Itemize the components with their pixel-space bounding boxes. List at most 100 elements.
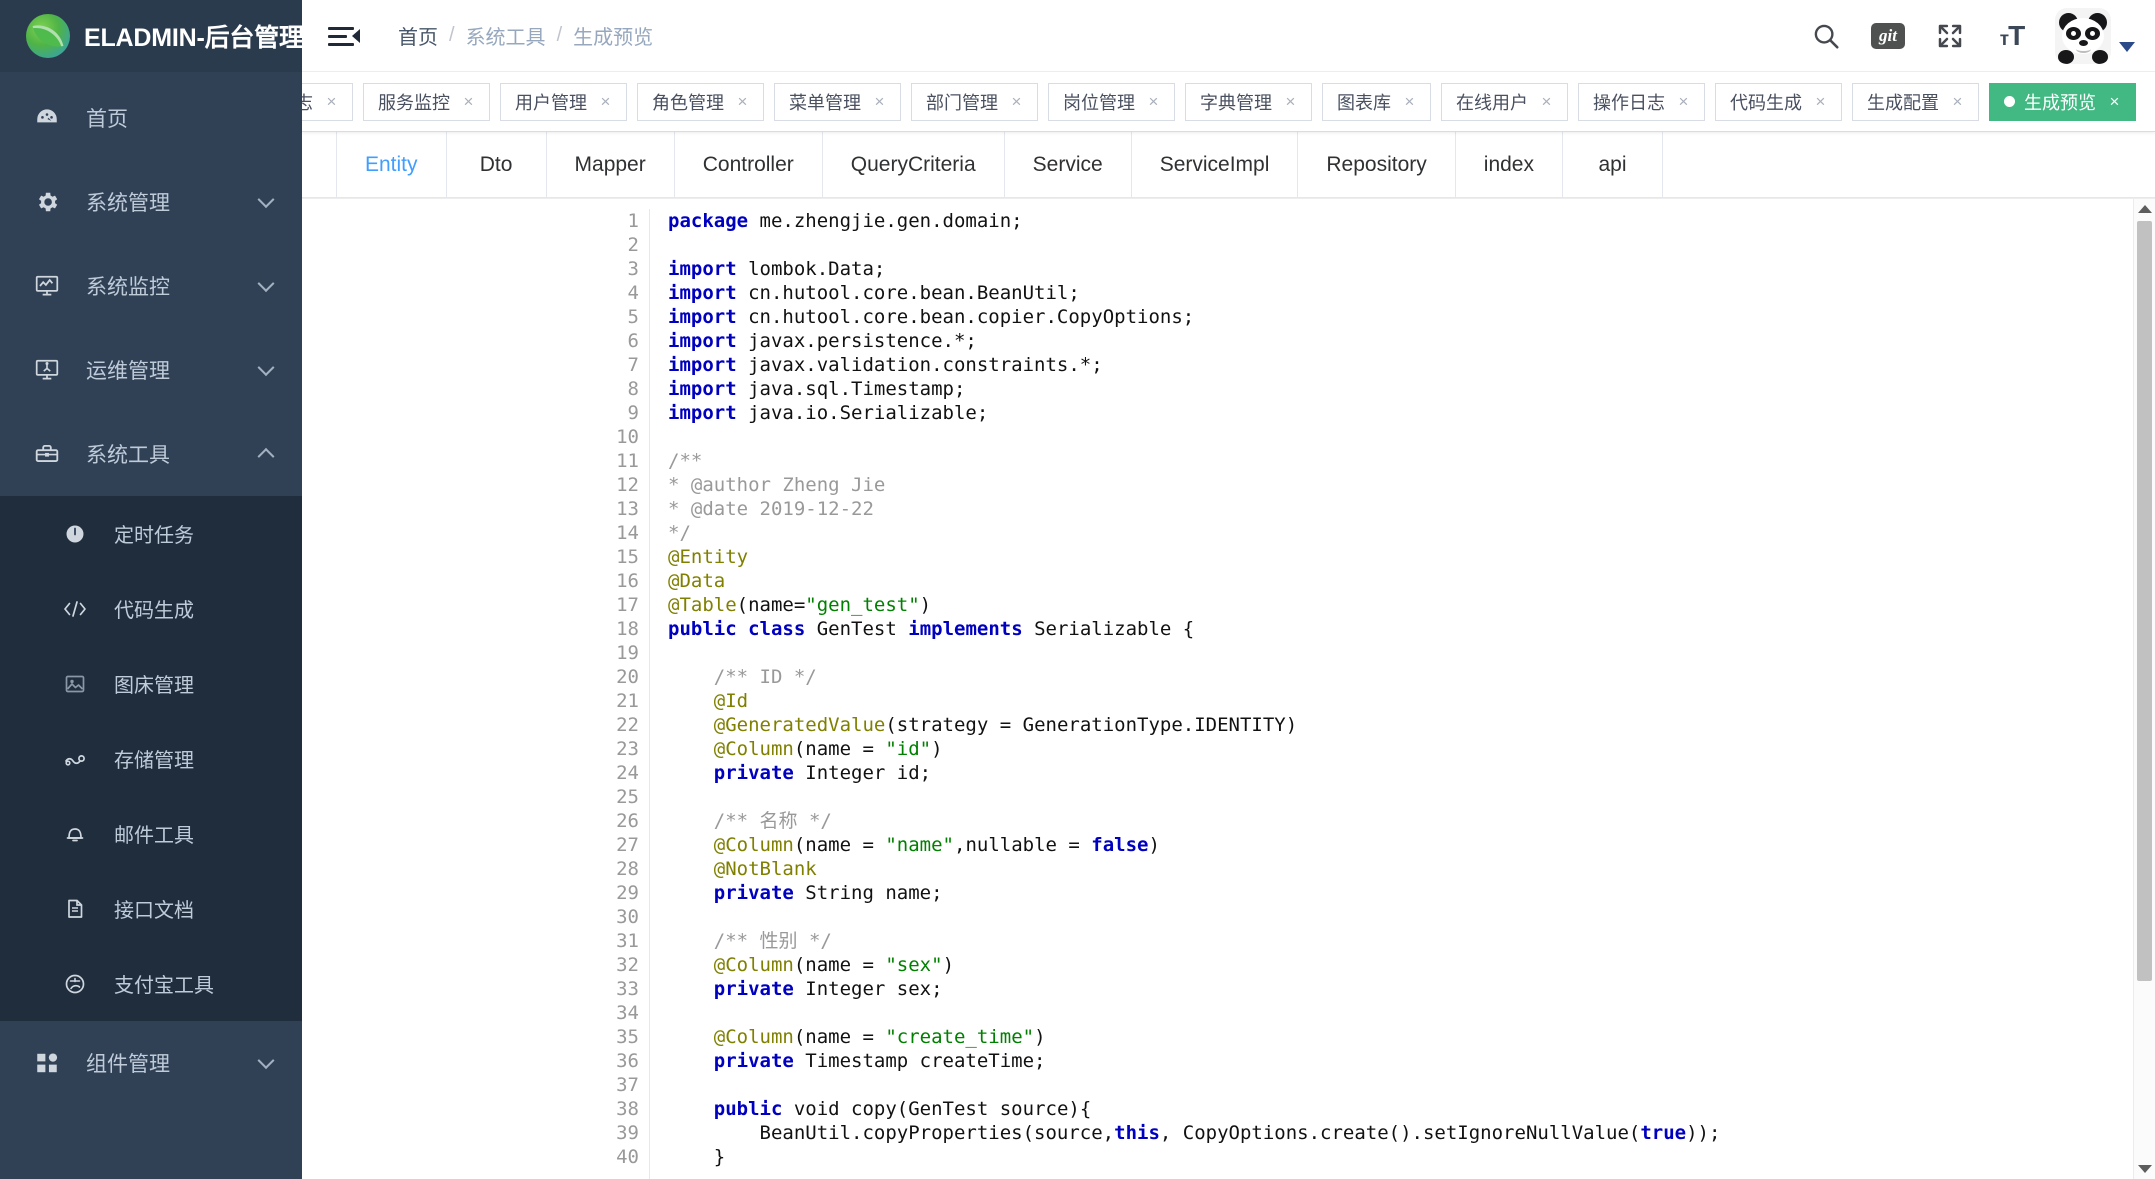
git-icon[interactable]: git	[1857, 5, 1919, 67]
code-line: }	[668, 1145, 2155, 1169]
sidebar-item-label: 定时任务	[114, 519, 194, 548]
scrollbar-thumb[interactable]	[2137, 221, 2152, 981]
close-icon[interactable]: ×	[2106, 92, 2123, 112]
tag-menu-management[interactable]: 菜单管理 ×	[774, 83, 901, 121]
close-icon[interactable]: ×	[1282, 92, 1299, 112]
code-token: @Column	[714, 954, 794, 976]
close-icon[interactable]: ×	[1538, 92, 1555, 112]
code-token: @Entity	[668, 546, 748, 568]
code-line: @Column(name = "sex")	[668, 953, 2155, 977]
code-token: true	[1640, 1122, 1686, 1144]
close-icon[interactable]: ×	[597, 92, 614, 112]
breadcrumb-item-system-tools[interactable]: 系统工具	[466, 21, 546, 50]
brand-title: ELADMIN-后台管理	[84, 18, 302, 54]
code-line: /** ID */	[668, 665, 2155, 689]
chevron-down-icon	[258, 275, 275, 292]
close-icon[interactable]: ×	[1145, 92, 1162, 112]
tag-chart-library[interactable]: 图表库 ×	[1322, 83, 1431, 121]
line-number: 9	[594, 401, 639, 425]
brand-logo[interactable]: ELADMIN-后台管理	[0, 0, 302, 72]
code-content[interactable]: package me.zhengjie.gen.domain; import l…	[650, 209, 2155, 1179]
line-number: 4	[594, 281, 639, 305]
close-icon[interactable]: ×	[323, 92, 340, 112]
sidebar-item-component-management[interactable]: 组件管理	[0, 1021, 302, 1105]
scroll-down-arrow-icon[interactable]	[2138, 1165, 2152, 1173]
code-scroll-area[interactable]: 1234567891011121314151617181920212223242…	[302, 199, 2155, 1179]
code-token	[668, 978, 714, 1000]
tag-generate-config[interactable]: 生成配置 ×	[1852, 83, 1979, 121]
tab-querycriteria[interactable]: QueryCriteria	[823, 132, 1005, 197]
tab-index[interactable]: index	[1456, 132, 1563, 197]
code-token	[668, 690, 714, 712]
tab-repository[interactable]: Repository	[1298, 132, 1455, 197]
sidebar-item-ops-management[interactable]: 运维管理	[0, 328, 302, 412]
close-icon[interactable]: ×	[1401, 92, 1418, 112]
leaf-logo-icon	[26, 14, 70, 58]
tab-controller[interactable]: Controller	[675, 132, 823, 197]
tab-service[interactable]: Service	[1005, 132, 1132, 197]
code-line: import javax.validation.constraints.*;	[668, 353, 2155, 377]
sidebar-item-storage-management[interactable]: 存储管理	[0, 721, 302, 796]
sidebar-item-image-hosting[interactable]: 图床管理	[0, 646, 302, 721]
tab-api[interactable]: api	[1563, 132, 1663, 197]
close-icon[interactable]: ×	[1675, 92, 1692, 112]
tags-view[interactable]: 日志 × 服务监控 × 用户管理 × 角色管理 × 菜单管理 × 部门管理 ×	[302, 72, 2155, 132]
tag-role-management[interactable]: 角色管理 ×	[637, 83, 764, 121]
tag-dictionary-management[interactable]: 字典管理 ×	[1185, 83, 1312, 121]
fullscreen-icon[interactable]	[1919, 5, 1981, 67]
tab-entity[interactable]: Entity	[336, 132, 447, 197]
document-icon	[58, 897, 92, 921]
sidebar-item-scheduled-tasks[interactable]: 定时任务	[0, 496, 302, 571]
sidebar-item-alipay-tools[interactable]: 支付宝工具	[0, 946, 302, 1021]
close-icon[interactable]: ×	[1949, 92, 1966, 112]
code-token: /**	[668, 450, 702, 472]
tag-code-generation[interactable]: 代码生成 ×	[1715, 83, 1842, 121]
tag-online-users[interactable]: 在线用户 ×	[1441, 83, 1568, 121]
tab-dto[interactable]: Dto	[447, 132, 547, 197]
breadcrumb-item-home[interactable]: 首页	[398, 21, 438, 50]
close-icon[interactable]: ×	[871, 92, 888, 112]
tag-service-monitor[interactable]: 服务监控 ×	[363, 83, 490, 121]
tag-generate-preview[interactable]: 生成预览 ×	[1989, 83, 2136, 121]
sidebar-item-label: 系统工具	[86, 439, 170, 469]
search-icon[interactable]	[1795, 5, 1857, 67]
tag-operation-log[interactable]: 操作日志 ×	[1578, 83, 1705, 121]
sidebar-item-home[interactable]: 首页	[0, 76, 302, 160]
tag-department-management[interactable]: 部门管理 ×	[911, 83, 1038, 121]
tag-log[interactable]: 日志 ×	[302, 83, 353, 121]
line-number: 5	[594, 305, 639, 329]
sidebar-item-label: 邮件工具	[114, 819, 194, 848]
vertical-scrollbar[interactable]	[2133, 199, 2155, 1179]
code-token: /** ID */	[668, 666, 817, 688]
close-icon[interactable]: ×	[460, 92, 477, 112]
alipay-icon	[58, 972, 92, 996]
tab-mapper[interactable]: Mapper	[547, 132, 675, 197]
scroll-up-arrow-icon[interactable]	[2138, 205, 2152, 213]
sidebar-item-system-management[interactable]: 系统管理	[0, 160, 302, 244]
close-icon[interactable]: ×	[1008, 92, 1025, 112]
code-line: @Column(name = "name",nullable = false)	[668, 833, 2155, 857]
sidebar-item-system-tools[interactable]: 系统工具	[0, 412, 302, 496]
hamburger-collapse-icon[interactable]	[328, 21, 358, 51]
tab-serviceimpl[interactable]: ServiceImpl	[1132, 132, 1299, 197]
tag-user-management[interactable]: 用户管理 ×	[500, 83, 627, 121]
code-line: @Table(name="gen_test")	[668, 593, 2155, 617]
navbar-actions: git тT	[1795, 5, 2135, 67]
close-icon[interactable]: ×	[734, 92, 751, 112]
line-number: 34	[594, 1001, 639, 1025]
sidebar-item-api-docs[interactable]: 接口文档	[0, 871, 302, 946]
line-number: 8	[594, 377, 639, 401]
code-line	[668, 641, 2155, 665]
sidebar-item-system-monitor[interactable]: 系统监控	[0, 244, 302, 328]
code-token: import	[668, 378, 737, 400]
user-menu[interactable]	[2055, 8, 2135, 64]
code-token: import	[668, 354, 737, 376]
code-token: (name=	[737, 594, 806, 616]
breadcrumb-item-generate-preview[interactable]: 生成预览	[573, 21, 653, 50]
close-icon[interactable]: ×	[1812, 92, 1829, 112]
tag-position-management[interactable]: 岗位管理 ×	[1048, 83, 1175, 121]
sidebar-item-mail-tools[interactable]: 邮件工具	[0, 796, 302, 871]
sidebar-item-code-generation[interactable]: 代码生成	[0, 571, 302, 646]
code-token: )	[920, 594, 931, 616]
font-size-icon[interactable]: тT	[1981, 5, 2043, 67]
